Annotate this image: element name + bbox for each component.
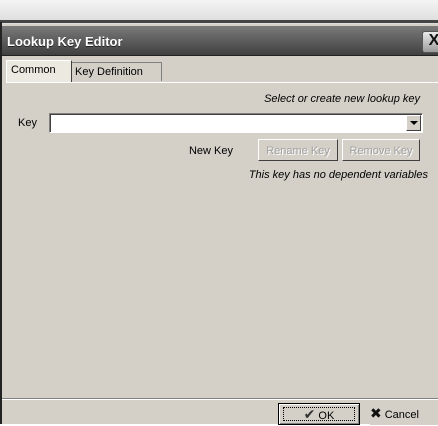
ok-button[interactable]: ✔ OK: [278, 403, 360, 425]
chevron-down-icon[interactable]: [406, 115, 421, 131]
tab-common[interactable]: Common: [6, 60, 72, 82]
background-strip: [0, 0, 438, 24]
x-icon: ✖: [370, 405, 382, 421]
dialog-footer: ✔ OK ✖ Cancel: [2, 398, 438, 425]
cancel-label: Cancel: [384, 409, 419, 421]
window-title: Lookup Key Editor: [7, 34, 123, 49]
tab-common-label: Common: [11, 64, 56, 76]
divider: [0, 20, 438, 23]
close-icon: X: [428, 32, 438, 49]
dialog-client-area: Common Key Definition Select or create n…: [2, 56, 438, 425]
title-bar[interactable]: Lookup Key Editor X: [2, 26, 438, 56]
hint-text: Select or create new lookup key: [264, 93, 420, 105]
close-button[interactable]: X: [422, 31, 438, 53]
focus-rect: [283, 407, 355, 421]
key-label: Key: [18, 117, 37, 129]
remove-key-button[interactable]: Remove Key: [342, 139, 420, 161]
cancel-button[interactable]: ✖ Cancel: [370, 403, 438, 425]
lookup-key-editor-window: Lookup Key Editor X Common Key Definitio…: [0, 0, 438, 425]
dependency-status: This key has no dependent variables: [248, 169, 428, 181]
key-combobox[interactable]: [49, 113, 423, 133]
new-key-button[interactable]: New Key: [170, 139, 252, 161]
tab-key-definition-label: Key Definition: [75, 66, 143, 78]
common-tab-panel: Select or create new lookup key Key New …: [6, 82, 438, 399]
rename-key-button[interactable]: Rename Key: [258, 139, 338, 161]
tab-key-definition[interactable]: Key Definition: [70, 62, 162, 81]
